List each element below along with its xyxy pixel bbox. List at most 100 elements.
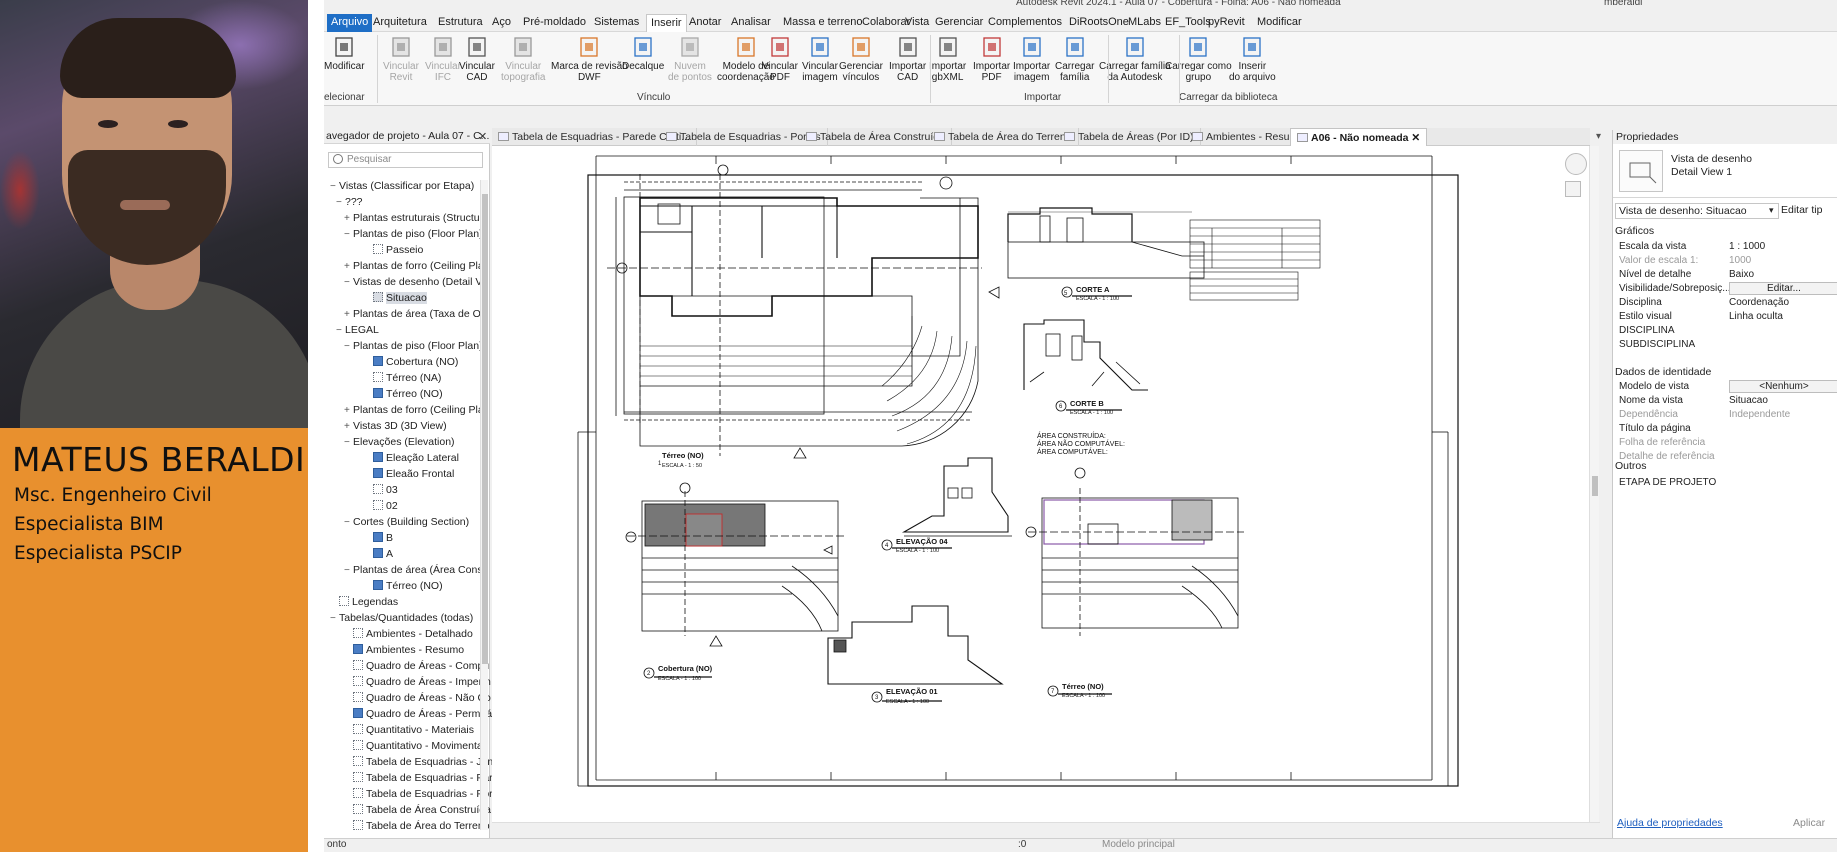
menu-tab-14[interactable]: DiRootsOne — [1069, 16, 1129, 28]
property-row[interactable]: Detalhe de referência — [1613, 450, 1837, 464]
menu-tab-7[interactable]: Anotar — [689, 16, 721, 28]
browser-tree-item[interactable]: 03 — [364, 484, 398, 498]
close-tab-icon[interactable]: ✕ — [1408, 132, 1420, 144]
collapse-icon[interactable]: − — [336, 197, 345, 208]
browser-tree-item[interactable]: B — [364, 532, 393, 546]
ribbon-button[interactable]: Vincular topografia — [501, 34, 545, 83]
browser-search-input[interactable]: Pesquisar — [328, 152, 483, 168]
menu-tab-2[interactable]: Estrutura — [438, 16, 483, 28]
browser-tree-item[interactable]: + Plantas de área (Taxa de Oc — [344, 308, 486, 322]
browser-tree-item[interactable]: Tabela de Esquadrias - Jane — [344, 756, 499, 770]
close-icon[interactable]: ✕ — [478, 130, 487, 143]
menu-tab-13[interactable]: Complementos — [988, 16, 1062, 28]
property-row[interactable]: Escala da vista 1 : 1000 — [1613, 240, 1837, 254]
property-row[interactable]: Título da página — [1613, 422, 1837, 436]
apply-button[interactable]: Aplicar — [1793, 817, 1825, 829]
menu-tab-15[interactable]: MLabs — [1128, 16, 1161, 28]
browser-tree-item[interactable]: − Vistas de desenho (Detail V — [344, 276, 482, 290]
property-row[interactable]: Visibilidade/Sobreposiç... Editar... — [1613, 282, 1837, 296]
collapse-icon[interactable]: − — [344, 277, 353, 288]
browser-tree-item[interactable]: Quadro de Áreas - Não Co — [344, 692, 491, 706]
ribbon-button[interactable]: Carregar como grupo — [1165, 34, 1232, 83]
ribbon-button[interactable]: Vincular Revit — [383, 34, 419, 83]
browser-tree-item[interactable]: − LEGAL — [336, 324, 379, 338]
ribbon-button[interactable]: Gerenciar vínculos — [839, 34, 883, 83]
collapse-icon[interactable]: − — [336, 325, 345, 336]
menu-tab-12[interactable]: Gerenciar — [935, 16, 983, 28]
drawing-canvas[interactable]: Térreo (NO) ESCALA - 1 : 50 CORTE A ESCA… — [492, 146, 1590, 824]
ribbon-button[interactable]: Importar imagem — [1013, 34, 1050, 83]
ribbon-button[interactable]: Vincular imagem — [802, 34, 838, 83]
steering-wheel-icon[interactable] — [1565, 153, 1587, 175]
collapse-icon[interactable]: − — [330, 613, 339, 624]
property-edit-button[interactable]: Editar... — [1729, 282, 1837, 295]
ribbon-group-label[interactable]: Carregar da biblioteca — [1179, 92, 1277, 103]
property-row[interactable]: Nome da vista Situacao — [1613, 394, 1837, 408]
menu-tab-1[interactable]: Arquitetura — [373, 16, 427, 28]
browser-tree-item[interactable]: Situacao — [364, 292, 427, 306]
ribbon-button[interactable]: Vincular IFC — [425, 34, 461, 83]
browser-tree-item[interactable]: − Cortes (Building Section) — [344, 516, 469, 530]
property-edit-button[interactable]: <Nenhum> — [1729, 380, 1837, 393]
property-row[interactable]: SUBDISCIPLINA — [1613, 338, 1837, 352]
browser-tree-item[interactable]: + Plantas de forro (Ceiling Pla — [344, 260, 484, 274]
expand-icon[interactable]: + — [344, 421, 353, 432]
ribbon-button[interactable]: Carregar família da Autodesk — [1099, 34, 1171, 83]
menu-tab-11[interactable]: Vista — [905, 16, 929, 28]
browser-tree-item[interactable]: Quantitativo - Movimentaç — [344, 740, 488, 754]
menu-tab-4[interactable]: Pré-moldado — [523, 16, 586, 28]
expand-icon[interactable]: + — [344, 213, 353, 224]
menu-tab-10[interactable]: Colaborar — [862, 16, 910, 28]
browser-tree-item[interactable]: Cobertura (NO) — [364, 356, 458, 370]
menu-tab-5[interactable]: Sistemas — [594, 16, 639, 28]
property-row[interactable]: Estilo visual Linha oculta — [1613, 310, 1837, 324]
browser-tree-item[interactable]: Tabela de Esquadrias - Port — [344, 788, 496, 802]
browser-tree-item[interactable]: − Plantas de piso (Floor Plan) — [344, 228, 483, 242]
property-row[interactable]: ETAPA DE PROJETO — [1613, 476, 1837, 490]
browser-tree-item[interactable]: −??? — [336, 196, 363, 210]
ribbon-button[interactable]: Marca de revisão DWF — [551, 34, 628, 83]
browser-tree-item[interactable]: Tabela de Esquadrias - Pare — [344, 772, 499, 786]
edit-type-button[interactable]: Editar tip — [1781, 204, 1822, 216]
view-tab[interactable]: Tabela de Áreas (Por ID) — [1058, 128, 1201, 146]
browser-tree-item[interactable]: − Elevações (Elevation) — [344, 436, 455, 450]
browser-tree-item[interactable]: + Plantas de forro (Ceiling Pla — [344, 404, 484, 418]
navigation-bar[interactable] — [1565, 153, 1589, 243]
ribbon-group-label[interactable]: elecionar — [324, 92, 365, 103]
category-other[interactable]: Outros — [1615, 460, 1647, 472]
design-option-select[interactable]: Modelo principal — [1102, 839, 1175, 850]
browser-tree-item[interactable]: Quantitativo - Materiais — [344, 724, 474, 738]
browser-tree-item[interactable]: − Tabelas/Quantidades (todas) — [330, 612, 473, 626]
browser-tree-item[interactable]: Legendas — [330, 596, 398, 610]
view-tab[interactable]: Tabela de Área do Terreno — [928, 128, 1079, 146]
browser-tree-item[interactable]: − Plantas de área (Área Const — [344, 564, 486, 578]
ribbon-group-label[interactable]: Importar — [1024, 92, 1061, 103]
ribbon-button[interactable]: Importar gbXML — [929, 34, 966, 83]
ribbon-button[interactable]: Vincular PDF — [762, 34, 798, 83]
property-row[interactable]: Modelo de vista <Nenhum> — [1613, 380, 1837, 394]
browser-scrollbar[interactable] — [480, 180, 488, 830]
collapse-icon[interactable]: − — [344, 565, 353, 576]
ribbon-button[interactable]: Vincular CAD — [459, 34, 495, 83]
browser-tree-item[interactable]: Quadro de Áreas - Permeá — [344, 708, 492, 722]
ribbon-button[interactable]: Modificar — [324, 34, 365, 72]
menu-tab-18[interactable]: Modificar — [1257, 16, 1302, 28]
browser-tree-item[interactable]: Tabela de Área Construída — [344, 804, 491, 818]
browser-tree-item[interactable]: − Vistas (Classificar por Etapa) — [330, 180, 474, 194]
property-row[interactable]: Valor de escala 1: 1000 — [1613, 254, 1837, 268]
browser-tree-item[interactable]: + Plantas estruturais (Structur — [344, 212, 483, 226]
menu-tab-8[interactable]: Analisar — [731, 16, 771, 28]
menu-tab-6[interactable]: Inserir — [646, 14, 687, 33]
browser-tree-item[interactable]: Passeio — [364, 244, 423, 258]
tabs-menu-icon[interactable]: ▾ — [1596, 131, 1601, 142]
canvas-vertical-scrollbar[interactable] — [1589, 146, 1599, 824]
property-row[interactable]: Folha de referência — [1613, 436, 1837, 450]
browser-tree-item[interactable]: Quadro de Áreas - Compu — [344, 660, 489, 674]
expand-icon[interactable]: + — [344, 309, 353, 320]
collapse-icon[interactable]: − — [344, 437, 353, 448]
ribbon-button[interactable]: Decalque — [622, 34, 664, 72]
browser-tree-item[interactable]: A — [364, 548, 393, 562]
ribbon-button[interactable]: Importar PDF — [973, 34, 1010, 83]
zoom-icon[interactable] — [1565, 181, 1581, 197]
ribbon-button[interactable]: Carregar família — [1055, 34, 1094, 83]
